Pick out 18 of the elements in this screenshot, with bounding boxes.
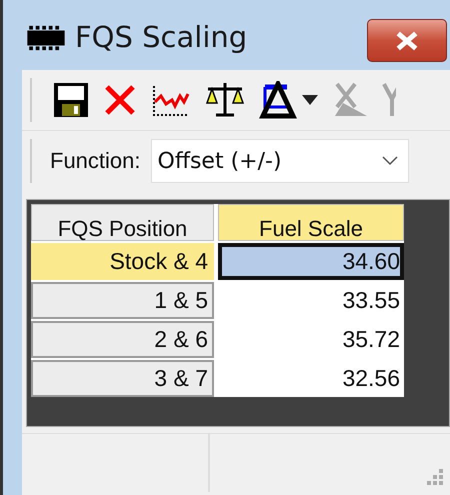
chevron-down-icon xyxy=(382,156,398,166)
row-header[interactable]: 3 & 7 xyxy=(31,360,214,397)
triangle-marker-icon[interactable] xyxy=(259,81,297,119)
row-header[interactable]: 2 & 6 xyxy=(31,321,214,358)
column-header[interactable]: FQS Position xyxy=(31,204,214,241)
row-header[interactable]: Stock & 4 xyxy=(31,243,214,280)
resize-grip-icon[interactable] xyxy=(426,468,444,486)
close-icon xyxy=(394,30,420,50)
table-cell[interactable]: 34.60 xyxy=(218,243,404,280)
balance-scale-icon[interactable] xyxy=(204,81,246,119)
close-button[interactable] xyxy=(367,19,447,62)
chip-icon xyxy=(27,24,65,52)
row-header[interactable]: 1 & 5 xyxy=(31,282,214,319)
function-dropdown[interactable]: Offset (+/-) xyxy=(150,139,408,183)
function-label: Function: xyxy=(50,148,140,174)
column-header[interactable]: Fuel Scale xyxy=(218,204,404,241)
caret-icon[interactable] xyxy=(302,95,318,105)
window-title: FQS Scaling xyxy=(75,20,248,54)
